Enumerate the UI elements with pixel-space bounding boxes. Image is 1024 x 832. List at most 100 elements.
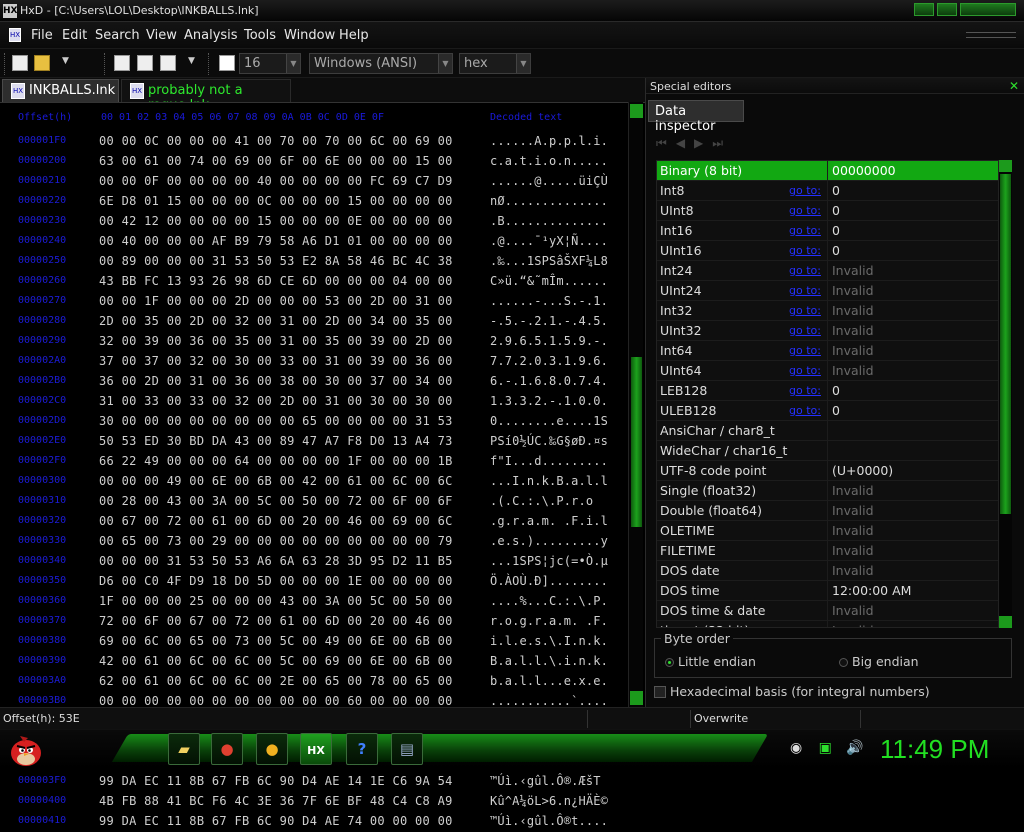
row-text[interactable]: i.l.e.s.\.I.n.k. (490, 634, 608, 648)
table-row[interactable]: 000001F0 00 00 0C 00 00 00 41 00 70 00 70… (0, 132, 628, 152)
goto-link[interactable]: go to: (789, 304, 821, 317)
row-bytes[interactable]: 2D 00 35 00 2D 00 32 00 31 00 2D 00 34 0… (99, 314, 453, 328)
inspector-row[interactable]: Int32 go to: Invalid (657, 301, 998, 321)
row-bytes[interactable]: 6E D8 01 15 00 00 00 0C 00 00 00 15 00 0… (99, 194, 453, 208)
goto-link[interactable]: go to: (789, 344, 821, 357)
row-text[interactable]: c.a.t.i.o.n..... (490, 154, 608, 168)
table-row[interactable]: 00000310 00 28 00 43 00 3A 00 5C 00 50 00… (0, 492, 628, 512)
row-bytes[interactable]: 37 00 37 00 32 00 30 00 33 00 31 00 39 0… (99, 354, 453, 368)
menu-edit[interactable]: Edit (62, 28, 87, 43)
volume-icon[interactable]: 🔊 (846, 740, 863, 756)
little-endian-radio[interactable] (665, 658, 674, 667)
menu-search[interactable]: Search (95, 28, 140, 43)
goto-link[interactable]: go to: (789, 204, 821, 217)
table-row[interactable]: 00000220 6E D8 01 15 00 00 00 0C 00 00 00… (0, 192, 628, 212)
row-bytes[interactable]: 42 00 61 00 6C 00 6C 00 5C 00 69 00 6E 0… (99, 654, 453, 668)
row-bytes[interactable]: 99 DA EC 11 8B 67 FB 6C 90 D4 AE 74 00 0… (99, 814, 453, 828)
inspector-row[interactable]: Int16 go to: 0 (657, 221, 998, 241)
goto-link[interactable]: go to: (789, 364, 821, 377)
last-icon[interactable]: ⏭ (712, 136, 732, 150)
table-row[interactable]: 00000360 1F 00 00 00 25 00 00 00 43 00 3A… (0, 592, 628, 612)
row-bytes[interactable]: 69 00 6C 00 65 00 73 00 5C 00 49 00 6E 0… (99, 634, 453, 648)
row-bytes[interactable]: 00 00 00 49 00 6E 00 6B 00 42 00 61 00 6… (99, 474, 453, 488)
row-text[interactable]: ...........`.... (490, 694, 608, 708)
row-bytes[interactable]: 4B FB 88 41 BC F6 4C 3E 36 7F 6E BF 48 C… (99, 794, 453, 808)
menu-window[interactable]: Window (284, 28, 335, 43)
row-bytes[interactable]: 99 DA EC 11 8B 67 FB 6C 90 D4 AE 14 1E C… (99, 774, 453, 788)
row-text[interactable]: 1.3.3.2.-.1.0.0. (490, 394, 608, 408)
folder-icon[interactable]: ▰ (168, 733, 200, 765)
menu-help[interactable]: Help (339, 28, 369, 43)
row-text[interactable]: Kû^A¼öL>6.n¿HÄÈ© (490, 794, 608, 808)
close-button[interactable] (960, 3, 1016, 16)
menu-view[interactable]: View (146, 28, 177, 43)
row-text[interactable]: ......A.p.p.l.i. (490, 134, 608, 148)
inspector-row[interactable]: UInt24 go to: Invalid (657, 281, 998, 301)
help-icon[interactable]: ? (346, 733, 378, 765)
table-row[interactable]: 00000330 00 65 00 73 00 29 00 00 00 00 00… (0, 532, 628, 552)
row-bytes[interactable]: 00 00 00 00 00 00 00 00 00 00 00 60 00 0… (99, 694, 453, 708)
row-bytes[interactable]: 1F 00 00 00 25 00 00 00 43 00 3A 00 5C 0… (99, 594, 453, 608)
row-text[interactable]: .e.s.).........y (490, 534, 608, 548)
row-bytes[interactable]: 36 00 2D 00 31 00 36 00 38 00 30 00 37 0… (99, 374, 453, 388)
chrome-icon[interactable]: ● (211, 733, 243, 765)
row-bytes[interactable]: 00 65 00 73 00 29 00 00 00 00 00 00 00 0… (99, 534, 453, 548)
row-text[interactable]: PSí0½ÚC.‰G§øÐ.¤s (490, 434, 608, 448)
scroll-down-button[interactable] (999, 616, 1012, 628)
inspector-value[interactable]: Invalid (832, 263, 874, 278)
goto-link[interactable]: go to: (789, 184, 821, 197)
action-center-icon[interactable]: ◉ (790, 740, 802, 756)
chrome-canary-icon[interactable]: ● (256, 733, 288, 765)
hex-basis-checkbox[interactable] (654, 686, 666, 698)
tab-data-inspector[interactable]: Data inspector (648, 100, 744, 134)
goto-link[interactable]: go to: (789, 284, 821, 297)
row-bytes[interactable]: 63 00 61 00 74 00 69 00 6F 00 6E 00 00 0… (99, 154, 453, 168)
row-bytes[interactable]: 50 53 ED 30 BD DA 43 00 89 47 A7 F8 D0 1… (99, 434, 453, 448)
close-icon[interactable]: ✕ (1009, 79, 1019, 93)
inspector-row[interactable]: WideChar / char16_t (657, 441, 998, 461)
inspector-value[interactable]: 0 (832, 183, 840, 198)
table-row[interactable]: 000002B0 36 00 2D 00 31 00 36 00 38 00 30… (0, 372, 628, 392)
inspector-row[interactable]: AnsiChar / char8_t (657, 421, 998, 441)
inspector-row[interactable]: Int8 go to: 0 (657, 181, 998, 201)
table-row[interactable]: 000002C0 31 00 33 00 33 00 32 00 2D 00 31… (0, 392, 628, 412)
row-bytes[interactable]: 31 00 33 00 33 00 32 00 2D 00 31 00 30 0… (99, 394, 453, 408)
inspector-row[interactable]: Double (float64) Invalid (657, 501, 998, 521)
inspector-row[interactable]: DOS date Invalid (657, 561, 998, 581)
row-text[interactable]: ™Úì.‹gûl.Ô®t.... (490, 814, 608, 828)
clock[interactable]: 11:49 PM (880, 734, 989, 765)
row-bytes[interactable]: 00 00 00 31 53 50 53 A6 6A 63 28 3D 95 D… (99, 554, 453, 568)
hex-basis-option[interactable]: Hexadecimal basis (for integral numbers) (654, 684, 1014, 702)
row-bytes[interactable]: 00 00 1F 00 00 00 2D 00 00 00 53 00 2D 0… (99, 294, 453, 308)
inspector-value[interactable]: Invalid (832, 623, 874, 627)
row-text[interactable]: -.5.-.2.1.-.4.5. (490, 314, 608, 328)
notepad-icon[interactable]: ▤ (391, 733, 423, 765)
table-row[interactable]: 00000260 43 BB FC 13 93 26 98 6D CE 6D 00… (0, 272, 628, 292)
row-text[interactable]: .(.C.:.\.P.r.o (490, 494, 593, 508)
inspector-value[interactable]: Invalid (832, 323, 874, 338)
row-bytes[interactable]: 00 00 0F 00 00 00 00 40 00 00 00 00 FC 6… (99, 174, 453, 188)
inspector-row[interactable]: UInt8 go to: 0 (657, 201, 998, 221)
hex-scrollbar[interactable] (628, 102, 643, 707)
row-text[interactable]: ......@.....üiÇÙ (490, 174, 608, 188)
inspector-row[interactable]: UInt64 go to: Invalid (657, 361, 998, 381)
row-text[interactable]: ...I.n.k.B.a.l.l (490, 474, 608, 488)
inspector-value[interactable]: 0 (832, 243, 840, 258)
row-text[interactable]: b.a.l.l...e.x.e. (490, 674, 608, 688)
inspector-value[interactable]: Invalid (832, 483, 874, 498)
table-row[interactable]: 00000270 00 00 1F 00 00 00 2D 00 00 00 53… (0, 292, 628, 312)
inspector-value[interactable]: 0 (832, 223, 840, 238)
goto-link[interactable]: go to: (789, 264, 821, 277)
row-text[interactable]: .‰...1SPSâŠXF¼L8 (490, 254, 608, 268)
row-bytes[interactable]: 00 67 00 72 00 61 00 6D 00 20 00 46 00 6… (99, 514, 453, 528)
inspector-value[interactable]: Invalid (832, 523, 874, 538)
inspector-row[interactable]: time_t (32 bit) Invalid (657, 621, 998, 627)
table-row[interactable]: 00000340 00 00 00 31 53 50 53 A6 6A 63 28… (0, 552, 628, 572)
table-row[interactable]: 00000200 63 00 61 00 74 00 69 00 6F 00 6E… (0, 152, 628, 172)
row-text[interactable]: ......-...S.-.1. (490, 294, 608, 308)
row-text[interactable]: .B.............. (490, 214, 608, 228)
inspector-value[interactable]: Invalid (832, 503, 874, 518)
next-icon[interactable]: ▶ (694, 136, 712, 150)
scroll-thumb[interactable] (1000, 174, 1011, 514)
tab-rogue[interactable]: HX probably not a rogue.lnk (121, 79, 291, 113)
